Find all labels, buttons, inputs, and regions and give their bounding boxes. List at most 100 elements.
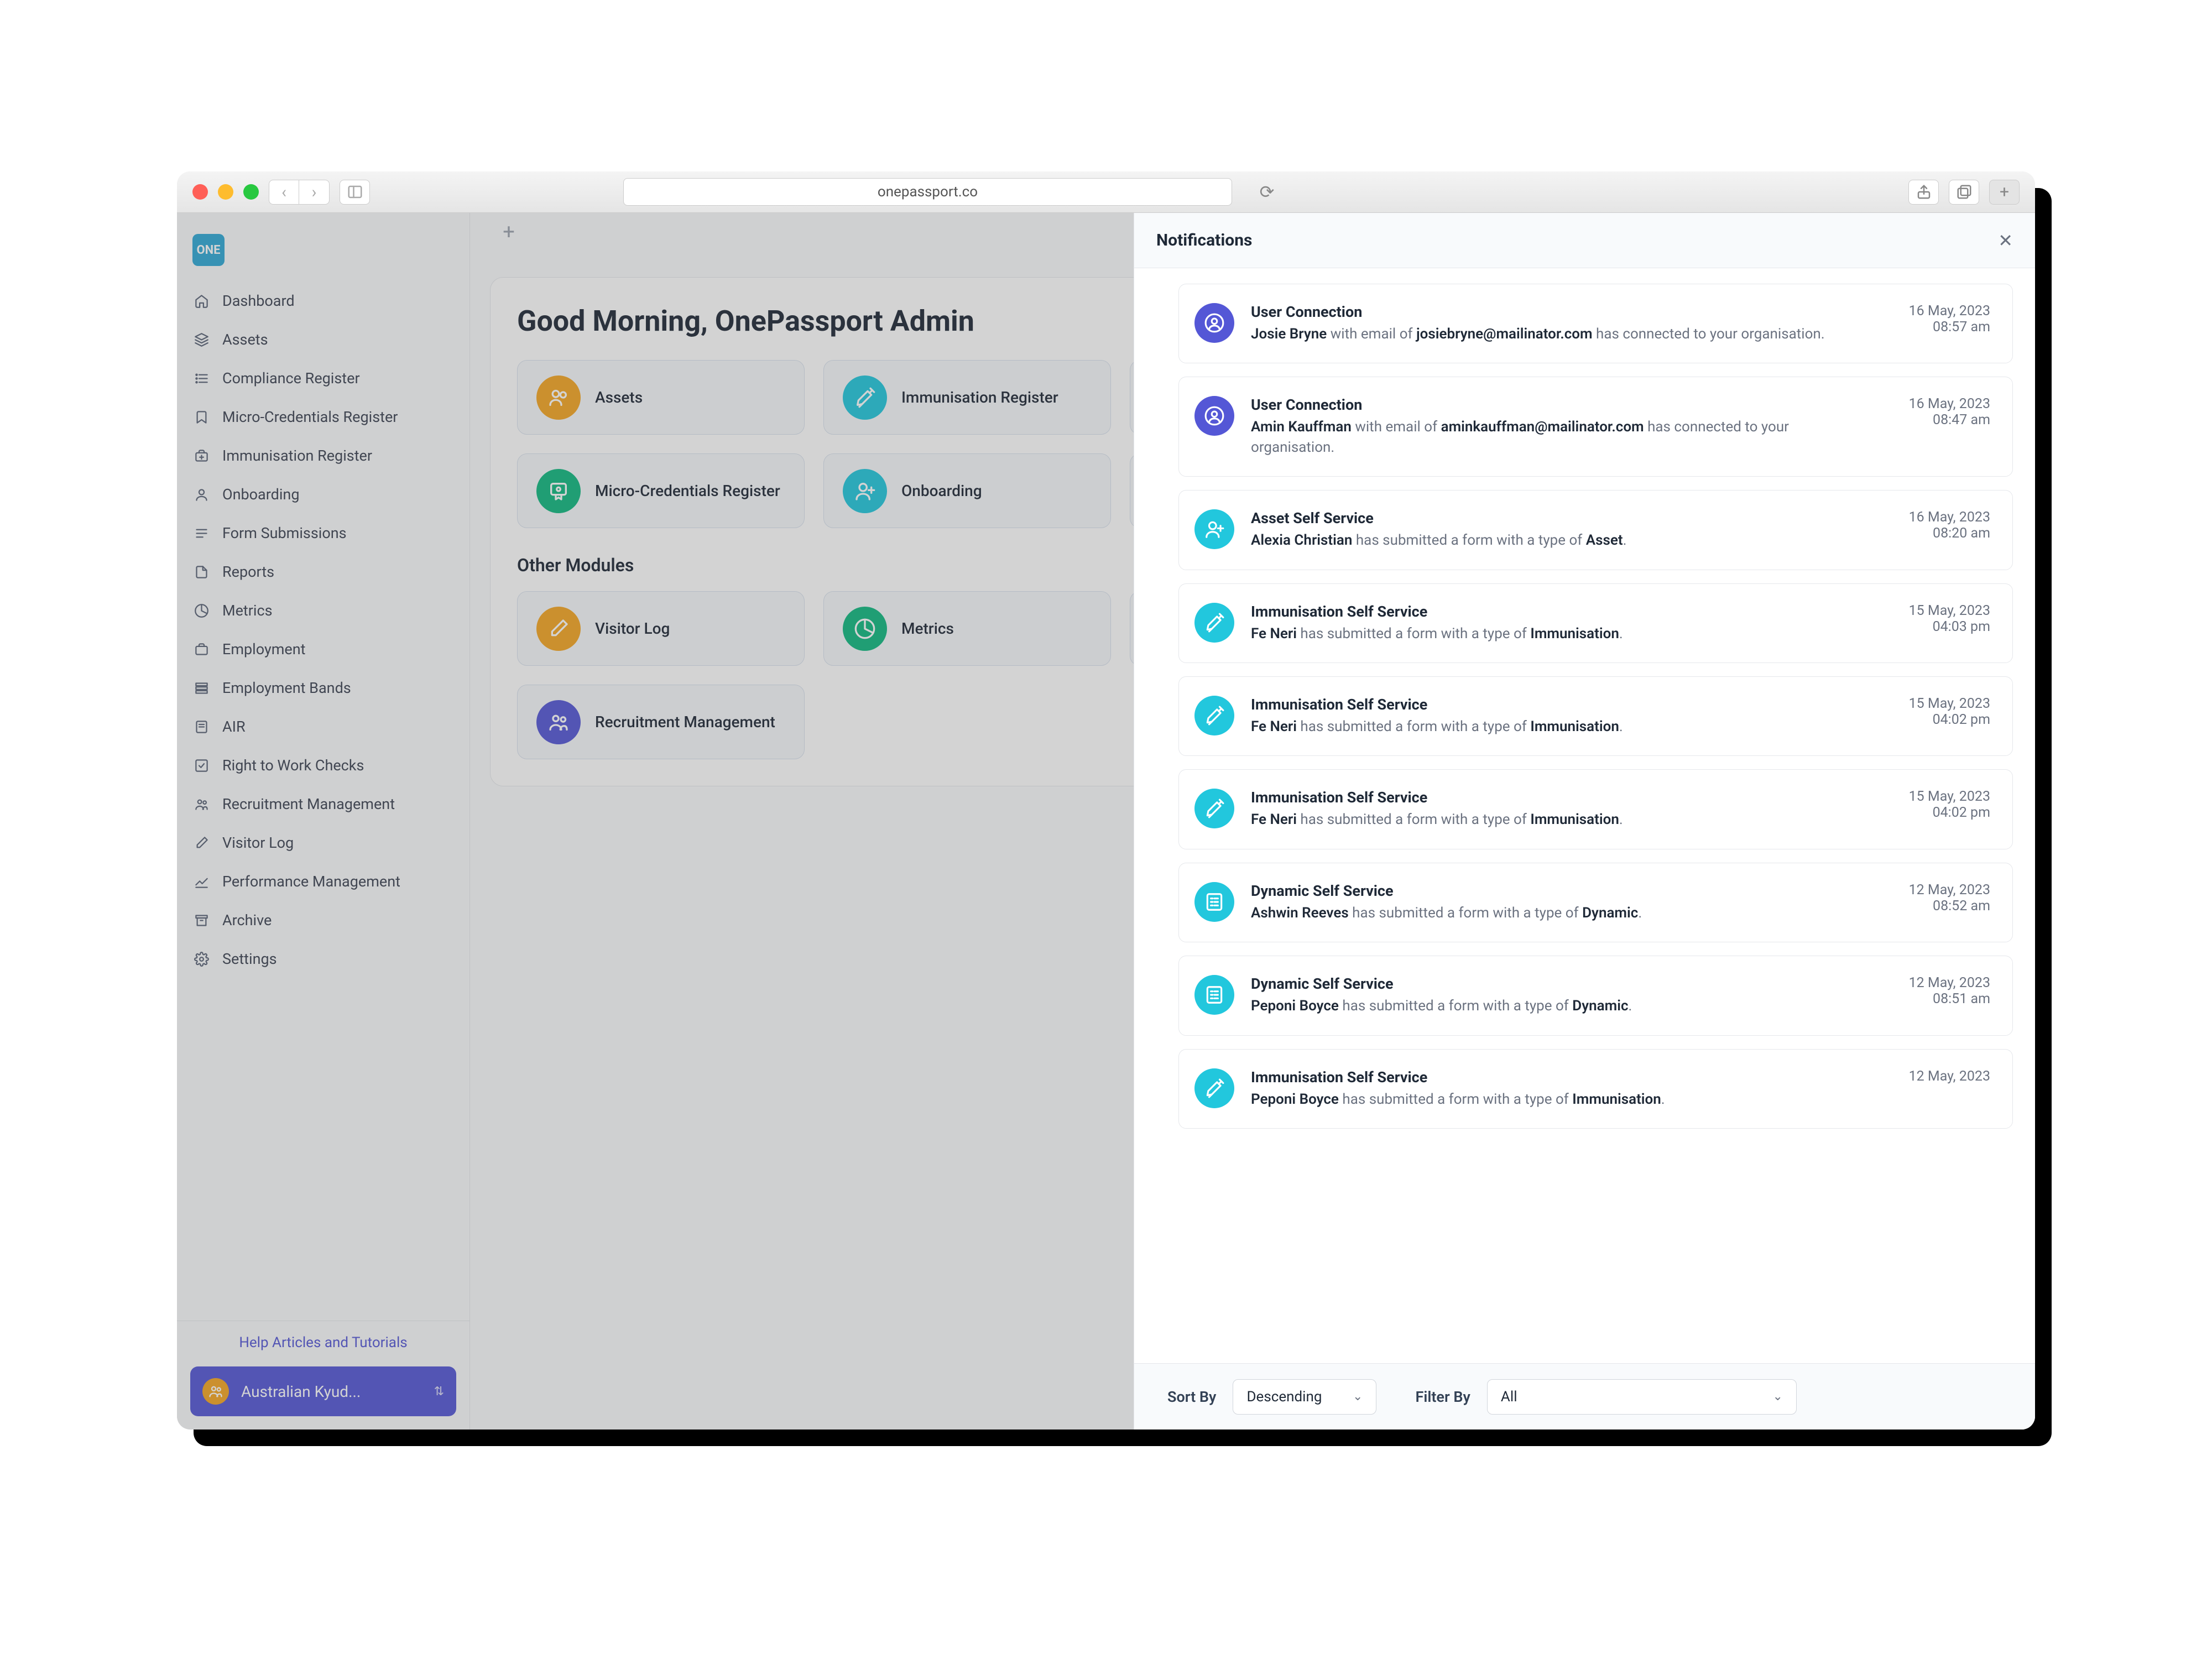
- sidebar-toggle-button[interactable]: [340, 180, 370, 205]
- module-card-immunisation-register[interactable]: Immunisation Register: [823, 360, 1111, 435]
- maximize-window-button[interactable]: [243, 184, 259, 200]
- sidebar-item-employment-bands[interactable]: Employment Bands: [177, 669, 469, 707]
- userplus-icon: [843, 469, 887, 513]
- notification-item[interactable]: Immunisation Self Service Fe Neri has su…: [1178, 676, 2013, 756]
- module-card-assets[interactable]: Assets: [517, 360, 805, 435]
- notification-title: Immunisation Self Service: [1251, 1068, 1852, 1086]
- logo: ONE: [192, 234, 225, 266]
- notification-description: Fe Neri has submitted a form with a type…: [1251, 624, 1852, 644]
- sidebar-item-label: Metrics: [222, 602, 273, 619]
- sidebar-item-label: Reports: [222, 563, 274, 581]
- userc-icon: [1194, 303, 1234, 343]
- sidebar-item-label: Right to Work Checks: [222, 757, 364, 774]
- notification-title: Dynamic Self Service: [1251, 975, 1852, 993]
- notification-item[interactable]: Immunisation Self Service Peponi Boyce h…: [1178, 1049, 2013, 1129]
- module-card-recruitment-management[interactable]: Recruitment Management: [517, 685, 805, 759]
- lines-icon: [192, 524, 210, 542]
- reload-button[interactable]: ⟳: [1253, 181, 1281, 202]
- module-card-title: Visitor Log: [595, 619, 670, 638]
- sidebar-item-settings[interactable]: Settings: [177, 940, 469, 978]
- sidebar-item-label: Employment Bands: [222, 679, 351, 697]
- tabs-button[interactable]: [1949, 180, 1979, 205]
- close-window-button[interactable]: [192, 184, 208, 200]
- sidebar-item-micro-credentials-register[interactable]: Micro-Credentials Register: [177, 398, 469, 436]
- close-icon[interactable]: ✕: [1998, 230, 2013, 251]
- pen-icon: [192, 834, 210, 852]
- notification-title: Dynamic Self Service: [1251, 882, 1852, 900]
- notification-title: Immunisation Self Service: [1251, 789, 1852, 806]
- notification-item[interactable]: User Connection Amin Kauffman with email…: [1178, 377, 2013, 477]
- sidebar-item-visitor-log[interactable]: Visitor Log: [177, 823, 469, 862]
- sidebar-item-label: Employment: [222, 640, 305, 658]
- notification-description: Fe Neri has submitted a form with a type…: [1251, 810, 1852, 830]
- browser-window: ‹ › onepassport.co ⟳ + ONE DashboardAsse…: [177, 171, 2035, 1430]
- org-switcher[interactable]: Australian Kyud... ⇅: [190, 1366, 456, 1416]
- forward-button[interactable]: ›: [299, 180, 330, 205]
- notification-description: Peponi Boyce has submitted a form with a…: [1251, 1089, 1852, 1109]
- browser-chrome: ‹ › onepassport.co ⟳ +: [177, 171, 2035, 213]
- sidebar-item-label: Compliance Register: [222, 369, 360, 387]
- sidebar-item-air[interactable]: AIR: [177, 707, 469, 746]
- syringe-icon: [1194, 603, 1234, 643]
- notification-item[interactable]: Immunisation Self Service Fe Neri has su…: [1178, 769, 2013, 849]
- syringe-icon: [1194, 1068, 1234, 1108]
- sidebar-item-employment[interactable]: Employment: [177, 630, 469, 669]
- notification-timestamp: 12 May, 2023: [1869, 1068, 1990, 1109]
- share-button[interactable]: [1908, 180, 1939, 205]
- module-card-metrics[interactable]: Metrics: [823, 591, 1111, 666]
- help-link[interactable]: Help Articles and Tutorials: [190, 1334, 456, 1351]
- people-icon: [192, 795, 210, 813]
- userc-icon: [1194, 396, 1234, 436]
- sidebar-item-metrics[interactable]: Metrics: [177, 591, 469, 630]
- notification-timestamp: 16 May, 202308:20 am: [1869, 509, 1990, 550]
- filter-by-select[interactable]: All ⌄: [1487, 1379, 1797, 1415]
- sidebar-item-label: Settings: [222, 950, 277, 968]
- sidebar-item-immunisation-register[interactable]: Immunisation Register: [177, 436, 469, 475]
- sidebar-item-performance-management[interactable]: Performance Management: [177, 862, 469, 901]
- notification-title: User Connection: [1251, 303, 1852, 321]
- sidebar-item-form-submissions[interactable]: Form Submissions: [177, 514, 469, 552]
- url-bar[interactable]: onepassport.co: [623, 178, 1232, 206]
- module-card-onboarding[interactable]: Onboarding: [823, 453, 1111, 528]
- back-button[interactable]: ‹: [269, 180, 299, 205]
- notification-description: Alexia Christian has submitted a form wi…: [1251, 530, 1852, 550]
- module-card-micro-credentials-register[interactable]: Micro-Credentials Register: [517, 453, 805, 528]
- sidebar-item-reports[interactable]: Reports: [177, 552, 469, 591]
- sidebar-item-onboarding[interactable]: Onboarding: [177, 475, 469, 514]
- sidebar-item-label: Onboarding: [222, 486, 300, 503]
- check-icon: [192, 757, 210, 774]
- sidebar-item-archive[interactable]: Archive: [177, 901, 469, 940]
- home-icon: [192, 292, 210, 310]
- minimize-window-button[interactable]: [218, 184, 233, 200]
- form-icon: [1194, 975, 1234, 1015]
- notification-item[interactable]: Dynamic Self Service Peponi Boyce has su…: [1178, 956, 2013, 1035]
- sidebar: ONE DashboardAssets Compliance Register Mi…: [177, 213, 470, 1430]
- notification-description: Josie Bryne with email of josiebryne@mai…: [1251, 324, 1852, 344]
- notification-timestamp: 15 May, 202304:03 pm: [1869, 603, 1990, 644]
- notification-item[interactable]: Immunisation Self Service Fe Neri has su…: [1178, 583, 2013, 663]
- sidebar-item-recruitment-management[interactable]: Recruitment Management: [177, 785, 469, 823]
- sidebar-item-label: Archive: [222, 911, 272, 929]
- pen-icon: [536, 607, 581, 651]
- sidebar-item-right-to-work-checks[interactable]: Right to Work Checks: [177, 746, 469, 785]
- notification-item[interactable]: Dynamic Self Service Ashwin Reeves has s…: [1178, 863, 2013, 942]
- briefcase-icon: [192, 640, 210, 658]
- notification-title: User Connection: [1251, 396, 1852, 414]
- add-tab-button[interactable]: +: [498, 221, 520, 243]
- chevron-up-down-icon: ⇅: [434, 1385, 444, 1399]
- notifications-panel: Notifications ✕ User Connection Josie Br…: [1134, 213, 2035, 1430]
- sidebar-item-label: Form Submissions: [222, 524, 347, 542]
- sidebar-item-dashboard[interactable]: Dashboard: [177, 281, 469, 320]
- module-card-title: Micro-Credentials Register: [595, 482, 780, 500]
- sidebar-item-compliance-register[interactable]: Compliance Register: [177, 359, 469, 398]
- sort-by-select[interactable]: Descending ⌄: [1233, 1379, 1376, 1415]
- sidebar-item-label: Visitor Log: [222, 834, 294, 852]
- module-card-visitor-log[interactable]: Visitor Log: [517, 591, 805, 666]
- notification-item[interactable]: User Connection Josie Bryne with email o…: [1178, 284, 2013, 363]
- notifications-footer: Sort By Descending ⌄ Filter By All ⌄: [1134, 1363, 2035, 1430]
- sidebar-item-assets[interactable]: Assets: [177, 320, 469, 359]
- notification-description: Ashwin Reeves has submitted a form with …: [1251, 903, 1852, 923]
- syringe-icon: [843, 375, 887, 420]
- new-tab-button[interactable]: +: [1989, 180, 2020, 205]
- notification-item[interactable]: Asset Self Service Alexia Christian has …: [1178, 490, 2013, 570]
